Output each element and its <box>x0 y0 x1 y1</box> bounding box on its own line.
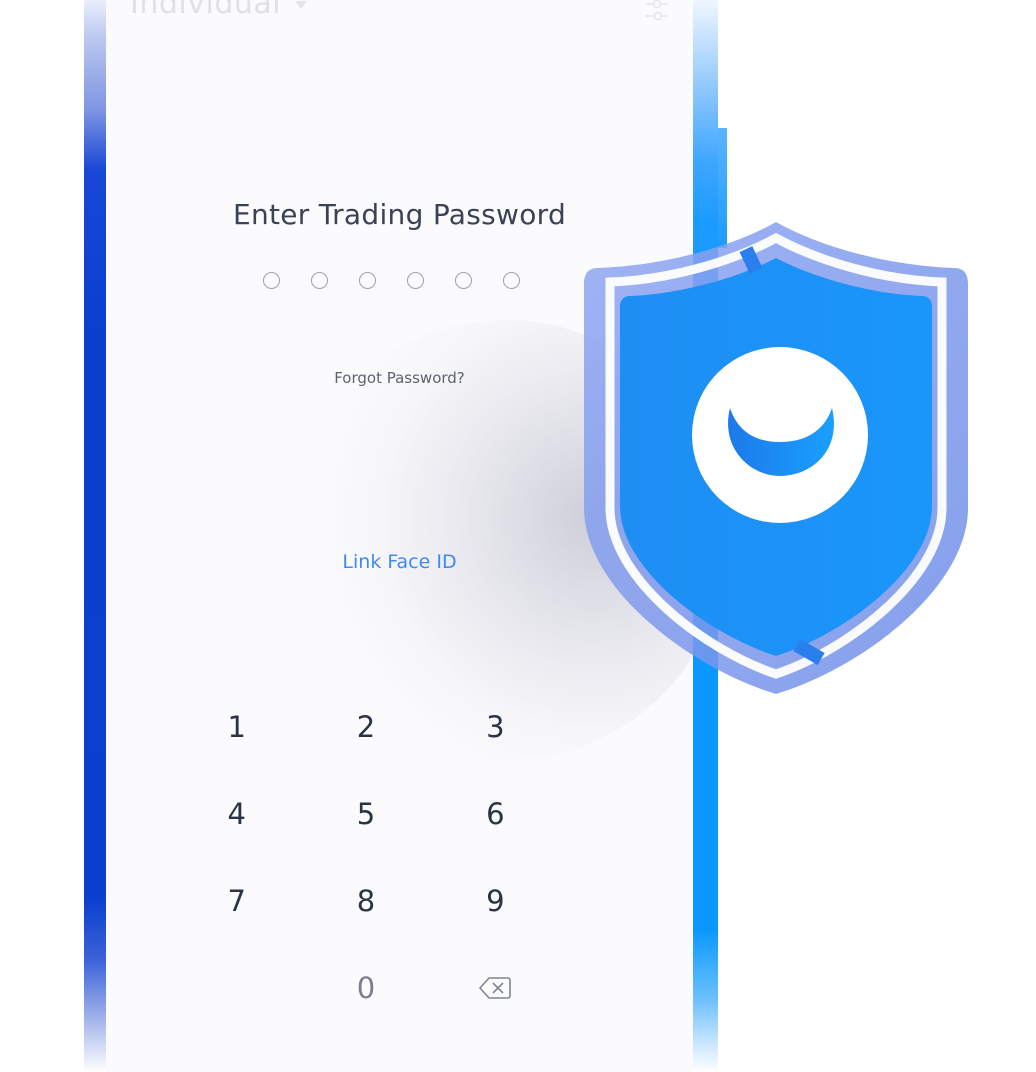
pin-dot <box>407 272 424 289</box>
backspace-icon <box>479 977 512 999</box>
key-1[interactable]: 1 <box>172 700 301 754</box>
phone-frame-left <box>84 0 106 1072</box>
sliders-icon[interactable] <box>642 0 672 24</box>
pin-dot <box>503 272 520 289</box>
key-empty <box>172 961 301 1015</box>
key-4[interactable]: 4 <box>172 787 301 841</box>
pin-input[interactable] <box>263 272 520 289</box>
numeric-keypad: 1 2 3 4 5 6 7 8 9 0 <box>172 700 560 1048</box>
backspace-button[interactable] <box>431 961 560 1015</box>
shield-logo-icon <box>584 222 968 694</box>
key-3[interactable]: 3 <box>431 700 560 754</box>
pin-dot <box>455 272 472 289</box>
pin-dot <box>359 272 376 289</box>
account-selector-label: Individual <box>130 0 282 21</box>
key-0[interactable]: 0 <box>301 961 430 1015</box>
key-2[interactable]: 2 <box>301 700 430 754</box>
pin-dot <box>263 272 280 289</box>
key-6[interactable]: 6 <box>431 787 560 841</box>
key-8[interactable]: 8 <box>301 874 430 928</box>
pin-dot <box>311 272 328 289</box>
key-7[interactable]: 7 <box>172 874 301 928</box>
key-5[interactable]: 5 <box>301 787 430 841</box>
caret-down-icon <box>295 0 308 9</box>
key-9[interactable]: 9 <box>431 874 560 928</box>
logo-circle <box>692 347 868 523</box>
account-selector[interactable]: Individual <box>130 0 308 21</box>
